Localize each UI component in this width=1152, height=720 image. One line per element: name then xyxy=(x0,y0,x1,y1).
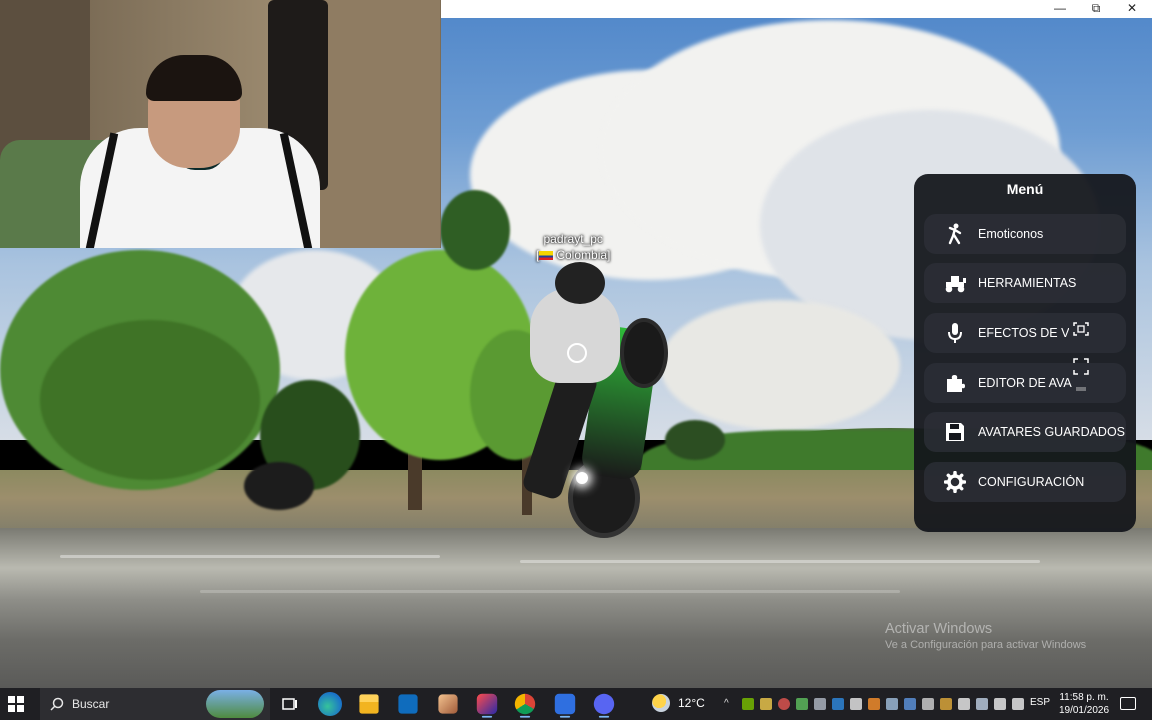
activation-watermark: Activar Windows Ve a Configuración para … xyxy=(885,621,1086,651)
windows-logo-icon xyxy=(17,696,24,703)
road-streak xyxy=(520,560,1040,563)
menu-item-configuracion[interactable]: CONFIGURACIÓN xyxy=(924,462,1126,502)
tray-app-icon[interactable] xyxy=(904,698,916,710)
tray-app-icon[interactable] xyxy=(940,698,952,710)
discord-icon[interactable] xyxy=(593,693,615,718)
screenshot-icon[interactable] xyxy=(1073,322,1089,339)
crosshair-icon xyxy=(567,343,587,363)
windows-logo-icon xyxy=(8,696,15,703)
road-streak xyxy=(200,590,900,593)
game-menu: Menú Emoticonos HERRAMIENTAS EFECTOS DE … xyxy=(914,174,1136,532)
minimize-button[interactable]: — xyxy=(1042,0,1078,18)
front-wheel xyxy=(620,318,668,388)
taskbar-clock[interactable]: 11:58 p. m. 19/01/2026 xyxy=(1056,691,1112,717)
save-icon xyxy=(940,420,970,444)
tree xyxy=(440,190,510,270)
close-button[interactable]: ✕ xyxy=(1114,0,1150,18)
microphone-icon xyxy=(940,321,970,345)
menu-item-emoticonos[interactable]: Emoticonos xyxy=(924,214,1126,254)
weather-temperature: 12°C xyxy=(678,696,705,710)
weather-widget[interactable]: 12°C xyxy=(652,694,705,712)
menu-title: Menú xyxy=(1006,181,1044,197)
tray-app-icon[interactable] xyxy=(976,698,988,710)
search-label: Buscar xyxy=(72,697,110,711)
tree xyxy=(40,320,260,480)
menu-item-herramientas[interactable]: HERRAMIENTAS xyxy=(924,263,1126,303)
tractor-icon xyxy=(940,271,970,295)
window-titlebar: — ⧉ ✕ xyxy=(441,0,1152,18)
search-highlight-image xyxy=(206,690,264,718)
maximize-button[interactable]: ⧉ xyxy=(1078,0,1114,18)
road-streak xyxy=(60,555,440,558)
start-button[interactable] xyxy=(8,696,24,712)
player-country: [Colombia] xyxy=(536,248,611,262)
menu-item-avatares-guardados[interactable]: AVATARES GUARDADOS xyxy=(924,412,1126,452)
menu-item-efectos-de-voz[interactable]: EFECTOS DE V xyxy=(924,313,1126,353)
clock-date: 19/01/2026 xyxy=(1058,705,1110,716)
task-view-icon[interactable] xyxy=(278,692,302,716)
menu-item-label: Emoticonos xyxy=(978,227,1044,241)
network-icon[interactable] xyxy=(958,698,970,710)
player-nametag: padrayt_pc [Colombia] xyxy=(536,231,610,263)
taskbar: Buscar 12°C ^ ESP 11:58 p. m. 19/01/2026 xyxy=(0,688,1152,720)
tray-chevron-icon[interactable]: ^ xyxy=(724,698,736,710)
windows-logo-icon xyxy=(8,705,15,712)
tray-app-icon[interactable] xyxy=(796,698,808,710)
clock-time: 11:58 p. m. xyxy=(1059,692,1109,703)
watermark-title: Activar Windows xyxy=(885,621,993,637)
webcam-person-hair xyxy=(146,55,242,101)
player-country-label: Colombia xyxy=(556,248,608,262)
tray-app-icon[interactable] xyxy=(922,698,934,710)
screen: padrayt_pc [Colombia] — ⧉ ✕ Menú Emotico… xyxy=(0,0,1152,720)
tree xyxy=(244,462,314,510)
player-avatar-motorbike xyxy=(520,258,670,538)
photo-app-icon[interactable] xyxy=(438,694,458,714)
taskbar-search[interactable]: Buscar xyxy=(40,688,270,720)
edge-icon[interactable] xyxy=(318,692,342,716)
file-explorer-icon[interactable] xyxy=(359,694,379,714)
battery-icon[interactable] xyxy=(1012,698,1024,710)
windows-logo-icon xyxy=(17,705,24,712)
menu-item-label: CONFIGURACIÓN xyxy=(978,475,1085,489)
webcam-overlay xyxy=(0,0,441,248)
menu-item-label: EDITOR DE AVA xyxy=(978,376,1072,390)
tray-app-icon[interactable] xyxy=(814,698,826,710)
puzzle-icon xyxy=(940,371,970,395)
road xyxy=(0,528,1152,688)
chrome-icon[interactable] xyxy=(514,693,536,718)
notification-icon[interactable] xyxy=(1120,697,1136,710)
tray-app-icon[interactable] xyxy=(868,698,880,710)
menu-item-label: HERRAMIENTAS xyxy=(978,276,1077,290)
language-indicator[interactable]: ESP xyxy=(1030,697,1050,708)
tray-app-icon[interactable] xyxy=(760,698,772,710)
menu-item-editor-de-avatares[interactable]: EDITOR DE AVA xyxy=(924,363,1126,403)
microsoft-store-icon[interactable] xyxy=(398,694,418,714)
watermark-subtitle: Ve a Configuración para activar Windows xyxy=(885,639,1087,651)
bike-light xyxy=(576,472,588,484)
player-name: padrayt_pc xyxy=(543,232,603,246)
game-app-icon[interactable] xyxy=(476,693,498,718)
colombia-flag-icon xyxy=(539,251,554,260)
rider-helmet xyxy=(555,262,605,304)
tray-app-icon[interactable] xyxy=(886,698,898,710)
cloud xyxy=(660,300,900,430)
tray-app-icon[interactable] xyxy=(850,698,862,710)
region-capture-icon[interactable] xyxy=(1073,358,1089,395)
weather-icon xyxy=(652,694,670,712)
person-dance-icon xyxy=(940,222,970,246)
tray-app-icon[interactable] xyxy=(742,698,754,710)
search-icon xyxy=(50,697,64,711)
menu-item-label: AVATARES GUARDADOS xyxy=(978,425,1126,439)
volume-icon[interactable] xyxy=(994,698,1006,710)
menu-item-label: EFECTOS DE V xyxy=(978,326,1070,340)
tray-app-icon[interactable] xyxy=(778,698,790,710)
gear-icon xyxy=(940,470,970,494)
tray-app-icon[interactable] xyxy=(832,698,844,710)
tree xyxy=(665,420,725,460)
roblox-icon[interactable] xyxy=(554,693,576,718)
